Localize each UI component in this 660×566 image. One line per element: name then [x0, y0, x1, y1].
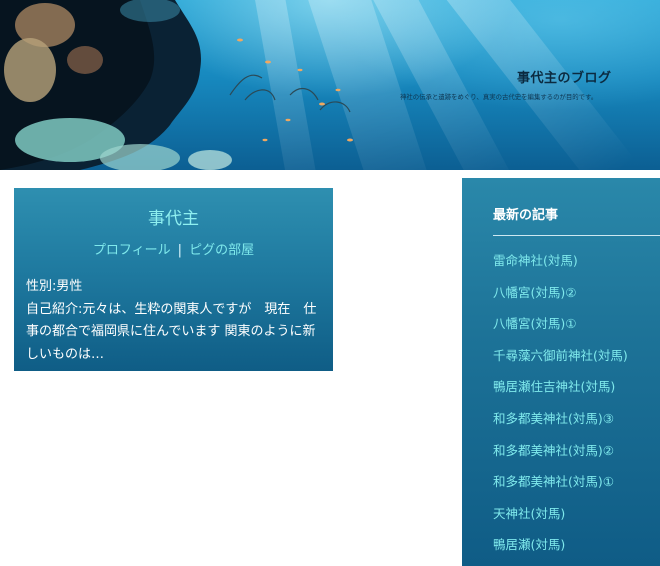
recent-posts-list: 雷命神社(対馬) 八幡宮(対馬)② 八幡宮(対馬)① 千尋藻六御前神社(対馬) …	[493, 250, 628, 566]
recent-post-link[interactable]: 千尋藻六御前神社(対馬)	[493, 345, 628, 377]
profile-name[interactable]: 事代主	[14, 204, 333, 229]
recent-post-link[interactable]: 八幡宮(対馬)①	[493, 313, 628, 345]
profile-intro: 自己紹介:元々は、生粋の関東人ですが 現在 仕事の都合で福岡県に住んでいます 関…	[26, 301, 317, 362]
recent-posts-widget: 最新の記事 雷命神社(対馬) 八幡宮(対馬)② 八幡宮(対馬)① 千尋藻六御前神…	[462, 178, 660, 566]
recent-post-link[interactable]: 鴨居瀬(対馬)	[493, 534, 628, 566]
profile-widget: 事代主 プロフィール | ピグの部屋 性別:男性 自己紹介:元々は、生粋の関東人です…	[14, 188, 333, 371]
profile-link[interactable]: プロフィール	[93, 243, 171, 258]
profile-links: プロフィール | ピグの部屋	[14, 239, 333, 258]
recent-posts-title: 最新の記事	[493, 208, 559, 223]
header-banner: 事代主のブログ 神社の伝承と遺跡をめぐり、真実の古代史を編集するのが目的です。	[0, 0, 660, 170]
site-title[interactable]: 事代主のブログ	[517, 67, 612, 86]
profile-gender: 性別:男性	[26, 279, 83, 294]
recent-post-link[interactable]: 八幡宮(対馬)②	[493, 282, 628, 314]
site-description: 神社の伝承と遺跡をめぐり、真実の古代史を編集するのが目的です。	[400, 93, 598, 101]
recent-post-link[interactable]: 天神社(対馬)	[493, 503, 628, 535]
pigg-room-link[interactable]: ピグの部屋	[189, 243, 254, 258]
link-separator: |	[177, 243, 183, 258]
divider	[493, 235, 660, 236]
recent-post-link[interactable]: 和多都美神社(対馬)①	[493, 471, 628, 503]
recent-post-link[interactable]: 和多都美神社(対馬)③	[493, 408, 628, 440]
recent-post-link[interactable]: 鴨居瀬住吉神社(対馬)	[493, 376, 628, 408]
recent-post-link[interactable]: 和多都美神社(対馬)②	[493, 440, 628, 472]
profile-details: 性別:男性 自己紹介:元々は、生粋の関東人ですが 現在 仕事の都合で福岡県に住ん…	[26, 276, 326, 366]
recent-post-link[interactable]: 雷命神社(対馬)	[493, 250, 628, 282]
